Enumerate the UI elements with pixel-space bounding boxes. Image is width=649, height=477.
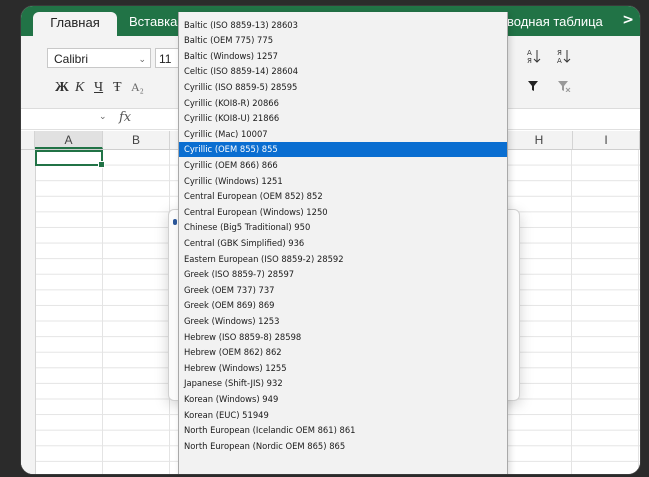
tab-insert[interactable]: Вставка xyxy=(129,14,177,29)
encoding-option[interactable]: Greek (OEM 737) 737 xyxy=(179,283,507,298)
svg-text:Я: Я xyxy=(557,49,562,57)
strikethrough-button[interactable]: Ŧ xyxy=(113,80,122,96)
chevron-down-icon: ⌄ xyxy=(138,54,146,64)
italic-button[interactable]: К xyxy=(75,80,84,96)
tabs-next-arrow[interactable]: > xyxy=(622,12,634,28)
encoding-option[interactable]: North European (Icelandic OEM 861) 861 xyxy=(179,423,507,438)
column-header-i[interactable]: I xyxy=(573,131,640,149)
encoding-option[interactable]: Celtic (ISO 8859-14) 28604 xyxy=(179,64,507,79)
active-cell[interactable] xyxy=(35,150,105,168)
filter-icon[interactable] xyxy=(527,80,539,96)
svg-text:A: A xyxy=(557,57,562,64)
encoding-option[interactable]: Baltic (OEM 775) 775 xyxy=(179,33,507,48)
encoding-option[interactable]: Central (GBK Simplified) 936 xyxy=(179,236,507,251)
font-name-value: Calibri xyxy=(54,52,89,66)
encoding-option[interactable]: Cyrillic (KOI8-R) 20866 xyxy=(179,96,507,111)
column-header-a[interactable]: A xyxy=(35,131,103,149)
encoding-option[interactable]: Cyrillic (Windows) 1251 xyxy=(179,174,507,189)
encoding-option[interactable]: Korean (EUC) 51949 xyxy=(179,408,507,423)
fx-icon[interactable]: fx xyxy=(119,110,131,125)
encoding-option[interactable]: Hebrew (ISO 8859-8) 28598 xyxy=(179,330,507,345)
encoding-dropdown-list[interactable]: Baltic (ISO 8859-13) 28603 Baltic (OEM 77… xyxy=(178,12,508,474)
tab-pivot-table[interactable]: водная таблица xyxy=(507,14,603,29)
svg-text:Я: Я xyxy=(527,57,532,64)
chevron-down-icon[interactable]: ⌄ xyxy=(99,112,107,122)
row-headers xyxy=(21,150,36,474)
column-header-h[interactable]: H xyxy=(506,131,573,149)
underline-button[interactable]: Ч xyxy=(94,80,103,96)
encoding-option[interactable]: Korean (Windows) 949 xyxy=(179,392,507,407)
font-size-select[interactable]: 11 xyxy=(155,48,179,68)
encoding-option[interactable]: Central European (Windows) 1250 xyxy=(179,205,507,220)
clear-filter-icon[interactable] xyxy=(557,80,571,96)
encoding-option[interactable]: Hebrew (Windows) 1255 xyxy=(179,361,507,376)
encoding-option[interactable]: Central European (OEM 852) 852 xyxy=(179,189,507,204)
sort-desc-icon[interactable]: ЯA xyxy=(557,48,571,68)
encoding-option[interactable]: Cyrillic (Mac) 10007 xyxy=(179,127,507,142)
encoding-option[interactable]: Eastern European (ISO 8859-2) 28592 xyxy=(179,252,507,267)
encoding-option[interactable]: Greek (Windows) 1253 xyxy=(179,314,507,329)
bold-button[interactable]: Ж xyxy=(55,80,69,96)
select-all-corner[interactable] xyxy=(21,131,35,149)
column-header-b[interactable]: B xyxy=(103,131,170,149)
encoding-option[interactable]: Japanese (Shift-JIS) 932 xyxy=(179,376,507,391)
encoding-option[interactable]: Baltic (Windows) 1257 xyxy=(179,49,507,64)
encoding-option[interactable]: Cyrillic (KOI8-U) 21866 xyxy=(179,111,507,126)
encoding-option[interactable]: Cyrillic (OEM 855) 855 xyxy=(179,142,507,158)
tab-home[interactable]: Главная xyxy=(33,12,117,38)
excel-window: Главная Вставка водная таблица > Calibri… xyxy=(21,6,640,474)
font-size-value: 11 xyxy=(159,52,172,66)
dialog-accent xyxy=(173,219,177,225)
encoding-option[interactable]: Greek (OEM 869) 869 xyxy=(179,298,507,313)
subscript-button[interactable]: A₂ xyxy=(131,80,144,95)
font-name-select[interactable]: Calibri ⌄ xyxy=(47,48,151,68)
encoding-option[interactable]: Cyrillic (OEM 866) 866 xyxy=(179,158,507,173)
encoding-option[interactable]: Chinese (Big5 Traditional) 950 xyxy=(179,220,507,235)
encoding-option[interactable]: Cyrillic (ISO 8859-5) 28595 xyxy=(179,80,507,95)
sort-asc-icon[interactable]: AЯ xyxy=(527,48,541,68)
encoding-option[interactable]: Greek (ISO 8859-7) 28597 xyxy=(179,267,507,282)
encoding-option[interactable]: North European (Nordic OEM 865) 865 xyxy=(179,439,507,454)
encoding-option[interactable]: Hebrew (OEM 862) 862 xyxy=(179,345,507,360)
svg-text:A: A xyxy=(527,49,532,57)
encoding-option[interactable]: Baltic (ISO 8859-13) 28603 xyxy=(179,18,507,33)
